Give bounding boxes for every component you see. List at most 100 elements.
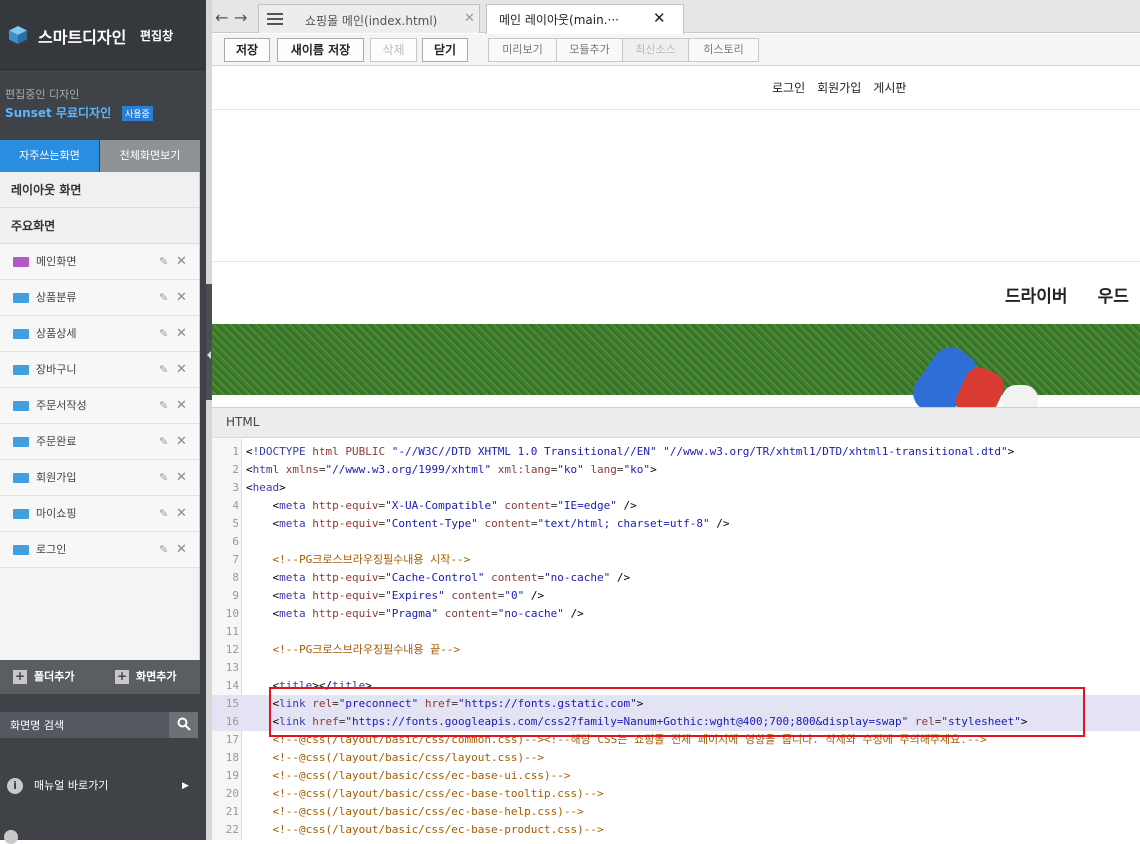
code-line[interactable]: 11 — [212, 623, 1140, 641]
line-number: 13 — [225, 661, 239, 674]
editor-main: ← → 쇼핑몰 메인(index.html) ✕ 메인 레이아웃(main.··… — [212, 0, 1140, 840]
line-number: 9 — [232, 589, 239, 602]
pencil-icon[interactable]: ✎ — [159, 388, 168, 424]
code-line[interactable]: 9 <meta http-equiv="Expires" content="0"… — [212, 587, 1140, 605]
code-line[interactable]: 19 <!--@css(/layout/basic/css/ec-base-ui… — [212, 767, 1140, 785]
code-line[interactable]: 13 — [212, 659, 1140, 677]
screen-item-order-form[interactable]: 주문서작성 ✎ ✕ — [0, 388, 199, 424]
save-button[interactable]: 저장 — [224, 38, 270, 62]
category-driver[interactable]: 드라이버 — [1005, 287, 1068, 307]
add-folder-button[interactable]: + 폴더추가 — [13, 660, 74, 694]
brand-name: 스마트디자인 — [38, 28, 127, 47]
screen-item-login[interactable]: 로그인 ✎ ✕ — [0, 532, 199, 568]
code-line[interactable]: 1 <!DOCTYPE html PUBLIC "-//W3C//DTD XHTM… — [212, 443, 1140, 461]
screen-search-input[interactable] — [0, 712, 169, 738]
close-button[interactable]: 닫기 — [422, 38, 468, 62]
screen-item-main[interactable]: 메인화면 ✎ ✕ — [0, 244, 199, 280]
line-number: 12 — [225, 643, 239, 656]
html-page-icon — [13, 437, 29, 447]
code-line[interactable]: 20 <!--@css(/layout/basic/css/ec-base-to… — [212, 785, 1140, 803]
code-line[interactable]: 4 <meta http-equiv="X-UA-Compatible" con… — [212, 497, 1140, 515]
line-number: 15 — [225, 697, 239, 710]
pencil-icon[interactable]: ✎ — [159, 532, 168, 568]
screen-item-join[interactable]: 회원가입 ✎ ✕ — [0, 460, 199, 496]
back-arrow-icon[interactable]: ← — [215, 8, 228, 27]
list-icon[interactable] — [267, 13, 283, 25]
pencil-icon[interactable]: ✎ — [159, 460, 168, 496]
code-line[interactable]: 6 — [212, 533, 1140, 551]
html-page-icon — [13, 401, 29, 411]
screen-item-cart[interactable]: 장바구니 ✎ ✕ — [0, 352, 199, 388]
add-module-button[interactable]: 모듈추가 — [557, 39, 623, 61]
delete-button[interactable]: 삭제 — [370, 38, 417, 62]
code-line[interactable]: 5 <meta http-equiv="Content-Type" conten… — [212, 515, 1140, 533]
search-button[interactable] — [169, 712, 198, 738]
forward-arrow-icon[interactable]: → — [234, 8, 247, 27]
code-editor[interactable]: 1 <!DOCTYPE html PUBLIC "-//W3C//DTD XHTM… — [212, 439, 1140, 840]
screen-item-label: 상품분류 — [36, 291, 77, 304]
close-icon[interactable]: ✕ — [176, 424, 187, 460]
close-icon[interactable]: ✕ — [176, 244, 187, 280]
html-panel-title: HTML — [226, 415, 260, 429]
add-folder-label: 폴더추가 — [34, 670, 75, 683]
category-wood[interactable]: 우드 — [1098, 287, 1129, 307]
manual-shortcut-link[interactable]: i 매뉴얼 바로가기 ▶ — [0, 770, 200, 802]
close-icon[interactable]: ✕ — [176, 460, 187, 496]
history-button[interactable]: 히스토리 — [689, 39, 758, 61]
screen-item-label: 마이쇼핑 — [36, 507, 77, 520]
main-page-icon — [13, 257, 29, 267]
screen-item-order-complete[interactable]: 주문완료 ✎ ✕ — [0, 424, 199, 460]
preview-link-board[interactable]: 게시판 — [873, 81, 906, 95]
editing-design-name[interactable]: Sunset 무료디자인 — [5, 104, 111, 121]
code-line[interactable]: 12 <!--PG크로스브라우징필수내용 끝--> — [212, 641, 1140, 659]
code-line[interactable]: 3 <head> — [212, 479, 1140, 497]
close-icon[interactable]: ✕ — [176, 316, 187, 352]
line-number: 22 — [225, 823, 239, 836]
preview-link-login[interactable]: 로그인 — [772, 81, 805, 95]
pencil-icon[interactable]: ✎ — [159, 244, 168, 280]
group-layout-screens[interactable]: 레이아웃 화면 — [0, 172, 199, 208]
code-line[interactable]: 7 <!--PG크로스브라우징필수내용 시작--> — [212, 551, 1140, 569]
group-main-screens[interactable]: 주요화면 — [0, 208, 199, 244]
preview-link-join[interactable]: 회원가입 — [817, 81, 861, 95]
latest-source-button[interactable]: 최신소스 — [623, 39, 689, 61]
code-line[interactable]: 10 <meta http-equiv="Pragma" content="no… — [212, 605, 1140, 623]
pencil-icon[interactable]: ✎ — [159, 316, 168, 352]
close-icon[interactable]: ✕ — [464, 11, 475, 26]
screen-item-category[interactable]: 상품분류 ✎ ✕ — [0, 280, 199, 316]
close-icon[interactable]: ✕ — [176, 388, 187, 424]
code-line[interactable]: 8 <meta http-equiv="Cache-Control" conte… — [212, 569, 1140, 587]
pencil-icon[interactable]: ✎ — [159, 280, 168, 316]
pencil-icon[interactable]: ✎ — [159, 496, 168, 532]
tab-all-screens[interactable]: 전체화면보기 — [100, 140, 200, 172]
screen-item-label: 로그인 — [36, 543, 67, 556]
pencil-icon[interactable]: ✎ — [159, 424, 168, 460]
design-preview: 로그인 회원가입 게시판 드라이버 우드 — [212, 67, 1140, 407]
close-icon[interactable]: ✕ — [653, 9, 666, 27]
close-icon[interactable]: ✕ — [176, 496, 187, 532]
code-text: <!--@css(/layout/basic/css/ec-base-help.… — [246, 805, 584, 818]
save-as-button[interactable]: 새이름 저장 — [277, 38, 364, 62]
close-icon[interactable]: ✕ — [176, 352, 187, 388]
code-line[interactable]: 18 <!--@css(/layout/basic/css/layout.css… — [212, 749, 1140, 767]
preview-button[interactable]: 미리보기 — [489, 39, 557, 61]
close-icon[interactable]: ✕ — [176, 280, 187, 316]
screen-item-label: 주문서작성 — [36, 399, 87, 412]
pencil-icon[interactable]: ✎ — [159, 352, 168, 388]
line-number: 10 — [225, 607, 239, 620]
screen-item-detail[interactable]: 상품상세 ✎ ✕ — [0, 316, 199, 352]
help-icon[interactable] — [4, 830, 18, 844]
add-screen-button[interactable]: + 화면추가 — [115, 660, 176, 694]
code-line[interactable]: 22 <!--@css(/layout/basic/css/ec-base-pr… — [212, 821, 1140, 839]
line-number: 17 — [225, 733, 239, 746]
file-tab-index[interactable]: 쇼핑몰 메인(index.html) ✕ — [258, 4, 480, 33]
file-tab-main-layout[interactable]: 메인 레이아웃(main.··· ✕ — [486, 4, 684, 34]
screen-item-myshop[interactable]: 마이쇼핑 ✎ ✕ — [0, 496, 199, 532]
code-line[interactable]: 2 <html xmlns="//www.w3.org/1999/xhtml" x… — [212, 461, 1140, 479]
preview-divider — [212, 261, 1140, 262]
close-icon[interactable]: ✕ — [176, 532, 187, 568]
code-line[interactable]: 21 <!--@css(/layout/basic/css/ec-base-he… — [212, 803, 1140, 821]
code-text: <!--@css(/layout/basic/css/layout.css)--… — [246, 751, 545, 764]
screen-search — [0, 712, 198, 738]
tab-frequent-screens[interactable]: 자주쓰는화면 — [0, 140, 99, 172]
